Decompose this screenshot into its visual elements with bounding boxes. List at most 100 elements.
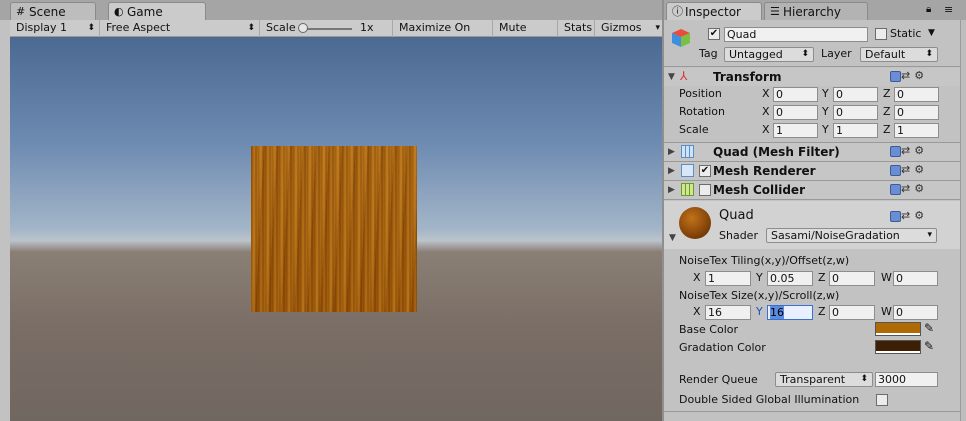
position-z-field[interactable]: 0 — [894, 87, 939, 102]
info-icon: ⓘ — [672, 5, 683, 18]
expand-right-icon[interactable]: ▶ — [668, 166, 675, 176]
mesh-filter-header[interactable]: ▶ Quad (Mesh Filter) ⇄⚙ — [664, 143, 960, 161]
preset-icon[interactable]: ⇄ — [901, 163, 914, 176]
eyedropper-icon[interactable]: ✎ — [924, 321, 934, 335]
object-name-input[interactable]: Quad — [724, 27, 868, 42]
offset-z-value: 0 — [832, 272, 839, 285]
help-book-icon[interactable] — [890, 145, 901, 157]
tab-game[interactable]: ◐ Game — [108, 2, 206, 20]
dropdown-arrow-icon[interactable]: ▼ — [928, 28, 935, 38]
offset-w-value: 0 — [896, 272, 903, 285]
static-checkbox[interactable] — [875, 28, 887, 40]
shader-dropdown[interactable]: Sasami/NoiseGradation ▾ — [766, 228, 937, 243]
gear-icon[interactable]: ⚙ — [914, 144, 928, 157]
gear-icon[interactable]: ⚙ — [914, 163, 928, 176]
size-y-value: 16 — [770, 306, 784, 319]
gradation-color-swatch[interactable] — [875, 340, 921, 354]
render-queue-dropdown[interactable]: Transparent ⬍ — [775, 372, 873, 387]
game-viewport[interactable] — [10, 37, 662, 421]
inspector-scrollbar[interactable] — [960, 20, 966, 421]
mesh-renderer-checkbox[interactable]: ✔ — [699, 165, 711, 177]
offset-z-field[interactable]: 0 — [829, 271, 875, 286]
scroll-z-field[interactable]: 0 — [829, 305, 875, 320]
right-tab-bar: ⓘ Inspector ☰ Hierarchy 🔒︎ ≡ — [664, 0, 966, 20]
help-book-icon[interactable] — [890, 210, 901, 222]
expand-down-icon[interactable]: ▼ — [668, 72, 675, 82]
double-sided-checkbox[interactable] — [876, 394, 888, 406]
gizmos-dropdown[interactable]: Gizmos ▾ — [595, 20, 662, 37]
help-book-icon[interactable] — [890, 164, 901, 176]
rotation-x-field[interactable]: 0 — [773, 105, 818, 120]
object-name-value: Quad — [727, 28, 757, 41]
updown-arrow-icon: ⬍ — [860, 374, 868, 384]
rotation-z-value: 0 — [897, 106, 904, 119]
position-label: Position — [679, 87, 722, 100]
scroll-w-field[interactable]: 0 — [893, 305, 938, 320]
expand-right-icon[interactable]: ▶ — [668, 185, 675, 195]
gear-icon[interactable]: ⚙ — [914, 209, 928, 222]
gear-icon[interactable]: ⚙ — [914, 182, 928, 195]
expand-right-icon[interactable]: ▶ — [668, 147, 675, 157]
scale-y-field[interactable]: 1 — [833, 123, 878, 138]
axis-z-label: Z — [818, 305, 826, 318]
active-checkbox[interactable]: ✔ — [708, 28, 720, 40]
scale-x-field[interactable]: 1 — [773, 123, 818, 138]
component-tools: ⇄⚙ — [890, 182, 928, 195]
updown-arrow-icon: ⬍ — [925, 49, 933, 59]
axis-x-label: X — [762, 123, 770, 136]
scale-z-field[interactable]: 1 — [894, 123, 939, 138]
quad-wood-render — [251, 146, 417, 312]
tiling-y-field[interactable]: 0.05 — [767, 271, 813, 286]
axis-x-label: X — [762, 105, 770, 118]
tab-hierarchy[interactable]: ☰ Hierarchy — [764, 2, 868, 20]
dropdown-arrow-icon: ▾ — [655, 23, 660, 33]
preset-icon[interactable]: ⇄ — [901, 69, 914, 82]
tag-dropdown[interactable]: Untagged ⬍ — [724, 47, 814, 62]
scale-slider-thumb[interactable] — [298, 23, 308, 33]
axis-y-label: Y — [822, 87, 829, 100]
aspect-value: Free Aspect — [106, 21, 171, 34]
render-queue-field[interactable]: 3000 — [875, 372, 938, 387]
menu-icon[interactable]: ≡ — [944, 3, 953, 16]
size-x-field[interactable]: 16 — [705, 305, 751, 320]
alpha-bar — [876, 333, 920, 335]
lock-icon[interactable]: 🔒︎ — [926, 4, 931, 15]
expand-down-icon[interactable]: ▼ — [669, 233, 676, 243]
scale-slider-track[interactable] — [302, 28, 352, 30]
scale-z-value: 1 — [897, 124, 904, 137]
rotation-y-field[interactable]: 0 — [833, 105, 878, 120]
mesh-collider-icon — [681, 183, 694, 196]
transform-header[interactable]: ▼ ⅄ Transform ⇄⚙ — [664, 68, 960, 86]
mesh-renderer-header[interactable]: ▶ ✔ Mesh Renderer ⇄⚙ — [664, 162, 960, 180]
help-book-icon[interactable] — [890, 183, 901, 195]
mesh-collider-checkbox[interactable] — [699, 184, 711, 196]
stats-toggle[interactable]: Stats — [558, 20, 595, 37]
tiling-x-field[interactable]: 1 — [705, 271, 751, 286]
size-label: NoiseTex Size(x,y)/Scroll(z,w) — [679, 289, 840, 302]
tab-scene[interactable]: # Scene — [10, 2, 96, 20]
offset-w-field[interactable]: 0 — [893, 271, 938, 286]
tab-inspector[interactable]: ⓘ Inspector — [666, 2, 762, 20]
display-dropdown[interactable]: Display 1 ⬍ — [10, 20, 100, 37]
preset-icon[interactable]: ⇄ — [901, 209, 914, 222]
mute-audio-toggle[interactable]: Mute Audio — [493, 20, 558, 50]
rotation-z-field[interactable]: 0 — [894, 105, 939, 120]
position-y-field[interactable]: 0 — [833, 87, 878, 102]
size-y-field[interactable]: 16 — [767, 305, 813, 320]
preset-icon[interactable]: ⇄ — [901, 144, 914, 157]
base-color-swatch[interactable] — [875, 322, 921, 336]
shader-value: Sasami/NoiseGradation — [771, 229, 900, 242]
preset-icon[interactable]: ⇄ — [901, 182, 914, 195]
eyedropper-icon[interactable]: ✎ — [924, 339, 934, 353]
maximize-on-play-toggle[interactable]: Maximize On Play — [393, 20, 493, 50]
layer-dropdown[interactable]: Default ⬍ — [860, 47, 938, 62]
aspect-dropdown[interactable]: Free Aspect ⬍ — [100, 20, 260, 37]
axis-w-label: W — [881, 271, 892, 284]
tab-inspector-label: Inspector — [685, 5, 741, 19]
mesh-filter-title: Quad (Mesh Filter) — [713, 145, 840, 159]
tiling-label: NoiseTex Tiling(x,y)/Offset(z,w) — [679, 254, 850, 267]
position-x-field[interactable]: 0 — [773, 87, 818, 102]
mesh-collider-header[interactable]: ▶ Mesh Collider ⇄⚙ — [664, 181, 960, 199]
help-book-icon[interactable] — [890, 70, 901, 82]
gear-icon[interactable]: ⚙ — [914, 69, 928, 82]
